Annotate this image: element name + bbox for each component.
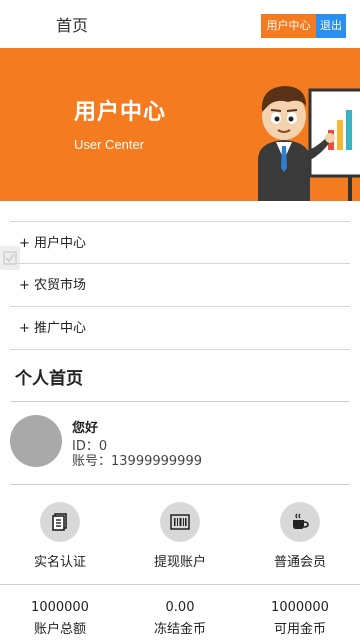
stat-label: 可用金币	[273, 622, 326, 637]
account-number: 账号：13999999999	[72, 454, 202, 469]
top-bar: 首页 用户中心 退出	[0, 0, 360, 48]
greeting-text: 您好	[72, 421, 99, 436]
barcode-icon-circle	[160, 502, 200, 542]
stat-value: 1000000	[31, 600, 89, 615]
coffee-icon-circle	[280, 502, 320, 542]
section-title: 个人首页	[15, 369, 83, 389]
stat-available-coins: 1000000 可用金币	[250, 600, 350, 637]
stat-value: 0.00	[165, 600, 195, 615]
stat-label: 冻结金币	[153, 622, 206, 637]
user-center-button[interactable]: 用户中心	[261, 14, 316, 38]
regular-member-button[interactable]: 普通会员	[250, 502, 350, 570]
user-center-banner: 用户中心 User Center	[0, 48, 360, 201]
menu-item-promotion-center[interactable]: + 推广中心	[10, 307, 350, 350]
menu-item-farm-market[interactable]: + 农贸市场	[10, 264, 350, 307]
feature-label: 实名认证	[33, 555, 86, 570]
businessman-illustration-icon	[258, 86, 360, 201]
divider	[10, 484, 350, 485]
home-link[interactable]: 首页	[56, 12, 88, 36]
withdrawal-account-button[interactable]: 提现账户	[130, 502, 230, 570]
avatar	[10, 415, 62, 467]
document-icon	[52, 513, 67, 531]
barcode-icon	[170, 514, 190, 530]
feature-label: 提现账户	[153, 555, 206, 570]
divider	[0, 584, 360, 585]
coffee-cup-icon	[293, 513, 309, 529]
document-icon-circle	[40, 502, 80, 542]
real-name-verification-button[interactable]: 实名认证	[10, 502, 110, 570]
stat-label: 账户总额	[33, 622, 86, 637]
logout-button[interactable]: 退出	[316, 14, 346, 38]
divider	[10, 401, 350, 402]
menu-item-user-center[interactable]: + 用户中心	[10, 221, 350, 264]
feature-label: 普通会员	[273, 555, 326, 570]
stat-total-balance: 1000000 账户总额	[10, 600, 110, 637]
stat-frozen-coins: 0.00 冻结金币	[130, 600, 230, 637]
stat-value: 1000000	[271, 600, 329, 615]
banner-title: 用户中心	[74, 100, 167, 125]
banner-subtitle: User Center	[74, 137, 145, 152]
